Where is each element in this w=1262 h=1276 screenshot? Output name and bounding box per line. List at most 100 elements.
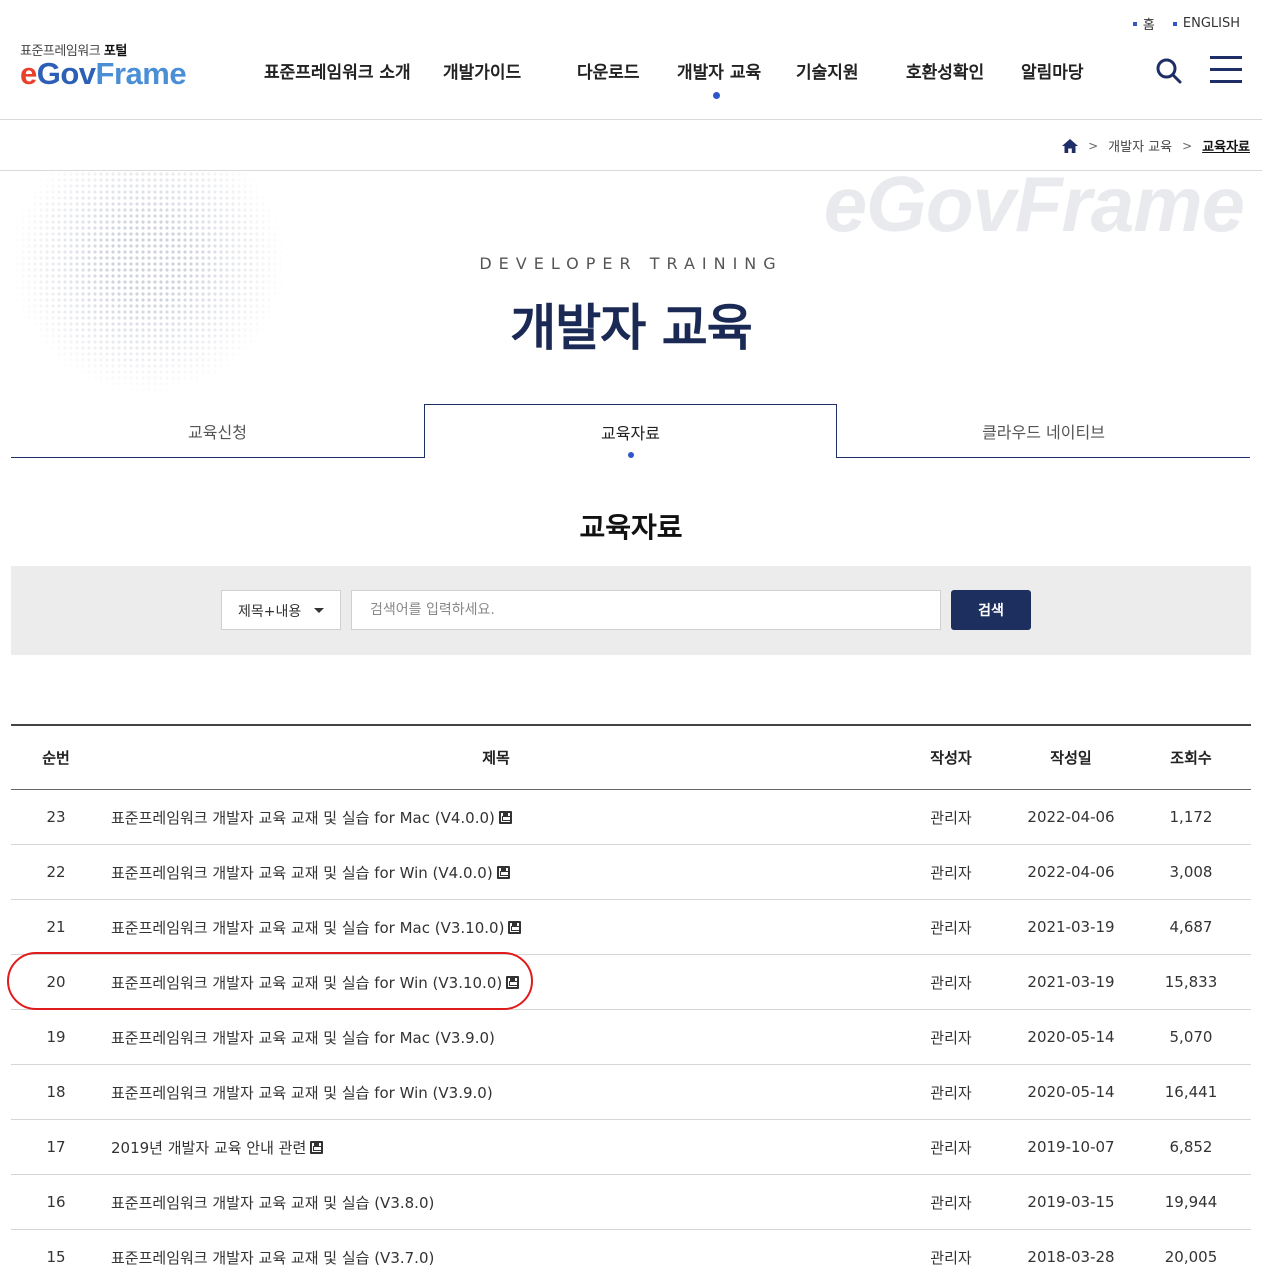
breadcrumb-item-dev-training[interactable]: 개발자 교육	[1108, 136, 1172, 155]
english-link-label: ENGLISH	[1182, 16, 1240, 31]
site-logo[interactable]: 표준프레임워크 포털 eGovFrame	[20, 40, 187, 91]
row-title-link-text[interactable]: 표준프레임워크 개발자 교육 교재 및 실습 for Mac (V3.10.0)	[111, 917, 504, 938]
search-field-select[interactable]: 제목+내용	[221, 590, 341, 630]
row-number-text: 23	[46, 808, 66, 826]
row-title-link-text[interactable]: 표준프레임워크 개발자 교육 교재 및 실습 for Mac (V3.9.0)	[111, 1027, 495, 1048]
row-author-text: 관리자	[930, 918, 972, 937]
row-title-link[interactable]: 표준프레임워크 개발자 교육 교재 및 실습 (V3.7.0)	[111, 1230, 881, 1276]
nav-item-dev-guide[interactable]: 개발가이드	[443, 58, 521, 83]
home-icon[interactable]	[1062, 138, 1079, 153]
row-views: 19,944	[1131, 1175, 1251, 1229]
table-row[interactable]: 22 표준프레임워크 개발자 교육 교재 및 실습 for Win (V4.0.0…	[11, 845, 1251, 900]
tab-label: 클라우드 네이티브	[982, 423, 1105, 442]
table-row[interactable]: 15 표준프레임워크 개발자 교육 교재 및 실습 (V3.7.0) 관리자 2018…	[11, 1230, 1251, 1276]
search-submit-button[interactable]: 검색	[951, 590, 1031, 630]
row-number-text: 20	[46, 973, 66, 991]
chevron-right-icon: >	[1182, 138, 1193, 153]
nav-item-notice[interactable]: 알림마당	[1021, 58, 1084, 83]
tab-training-apply[interactable]: 교육신청	[11, 404, 424, 458]
row-title-link-text[interactable]: 표준프레임워크 개발자 교육 교재 및 실습 for Mac (V4.0.0)	[111, 807, 495, 828]
row-author-text: 관리자	[930, 808, 972, 827]
row-number: 23	[11, 790, 101, 844]
row-number: 19	[11, 1010, 101, 1064]
logo-gov: Gov	[36, 56, 96, 91]
breadcrumb-item-current[interactable]: 교육자료	[1202, 136, 1250, 155]
row-title-link[interactable]: 표준프레임워크 개발자 교육 교재 및 실습 for Mac (V3.10.0)	[111, 900, 881, 954]
row-date-text: 2020-05-14	[1027, 1083, 1115, 1101]
row-author: 관리자	[891, 790, 1011, 844]
row-number-text: 21	[46, 918, 66, 936]
table-row[interactable]: 17 2019년 개발자 교육 안내 관련 관리자 2019-10-07 6,852	[11, 1120, 1251, 1175]
home-link-label: 홈	[1142, 18, 1155, 33]
table-body: 23 표준프레임워크 개발자 교육 교재 및 실습 for Mac (V4.0.0…	[11, 790, 1251, 1276]
hamburger-line	[1210, 80, 1242, 83]
row-views-text: 5,070	[1169, 1028, 1213, 1046]
home-link[interactable]: 홈	[1132, 14, 1155, 33]
row-title-link[interactable]: 2019년 개발자 교육 안내 관련	[111, 1120, 881, 1174]
row-author-text: 관리자	[930, 973, 972, 992]
tab-training-materials[interactable]: 교육자료	[424, 404, 837, 458]
watermark-text: eGovFrame	[823, 171, 1245, 248]
row-date-text: 2021-03-19	[1027, 918, 1115, 936]
breadcrumb: > 개발자 교육 > 교육자료	[0, 120, 1262, 171]
row-number-text: 18	[46, 1083, 66, 1101]
row-date: 2020-05-14	[1011, 1065, 1131, 1119]
hamburger-menu-button[interactable]	[1210, 56, 1242, 84]
row-author: 관리자	[891, 1120, 1011, 1174]
logo-e: e	[20, 56, 37, 91]
row-title-link-text[interactable]: 표준프레임워크 개발자 교육 교재 및 실습 (V3.8.0)	[111, 1192, 434, 1213]
row-title-link-text[interactable]: 표준프레임워크 개발자 교육 교재 및 실습 for Win (V3.9.0)	[111, 1082, 493, 1103]
nav-item-download[interactable]: 다운로드	[577, 58, 640, 83]
hamburger-line	[1210, 68, 1242, 71]
attachment-disk-icon	[310, 1140, 324, 1154]
row-title-link[interactable]: 표준프레임워크 개발자 교육 교재 및 실습 for Mac (V4.0.0)	[111, 790, 881, 844]
row-title-link-text[interactable]: 2019년 개발자 교육 안내 관련	[111, 1137, 306, 1158]
tab-active-indicator	[627, 452, 634, 458]
row-author-text: 관리자	[930, 1028, 972, 1047]
tab-label: 교육신청	[188, 423, 247, 442]
table-row[interactable]: 16 표준프레임워크 개발자 교육 교재 및 실습 (V3.8.0) 관리자 2019…	[11, 1175, 1251, 1230]
nav-item-compat-check[interactable]: 호환성확인	[906, 58, 984, 83]
row-views-text: 4,687	[1169, 918, 1213, 936]
search-button[interactable]	[1155, 57, 1183, 85]
tab-cloud-native[interactable]: 클라우드 네이티브	[837, 404, 1250, 458]
search-input[interactable]	[351, 590, 941, 630]
row-title-link[interactable]: 표준프레임워크 개발자 교육 교재 및 실습 for Win (V3.9.0)	[111, 1065, 881, 1119]
nav-item-tech-support[interactable]: 기술지원	[796, 58, 859, 83]
row-title-link[interactable]: 표준프레임워크 개발자 교육 교재 및 실습 (V3.8.0)	[111, 1175, 881, 1229]
row-title-link-text[interactable]: 표준프레임워크 개발자 교육 교재 및 실습 (V3.7.0)	[111, 1247, 434, 1268]
table-row[interactable]: 23 표준프레임워크 개발자 교육 교재 및 실습 for Mac (V4.0.0…	[11, 790, 1251, 845]
row-title-link[interactable]: 표준프레임워크 개발자 교육 교재 및 실습 for Win (V3.10.0)	[111, 955, 881, 1009]
row-views: 15,833	[1131, 955, 1251, 1009]
row-number-text: 22	[46, 863, 66, 881]
row-date: 2021-03-19	[1011, 900, 1131, 954]
row-title-link[interactable]: 표준프레임워크 개발자 교육 교재 및 실습 for Mac (V3.9.0)	[111, 1010, 881, 1064]
sub-tabs: 교육신청 교육자료 클라우드 네이티브	[11, 404, 1250, 458]
table-row[interactable]: 18 표준프레임워크 개발자 교육 교재 및 실습 for Win (V3.9.0…	[11, 1065, 1251, 1120]
nav-item-dev-training[interactable]: 개발자 교육	[677, 58, 761, 83]
row-author: 관리자	[891, 1230, 1011, 1276]
row-author: 관리자	[891, 1175, 1011, 1229]
row-views-text: 6,852	[1169, 1138, 1213, 1156]
row-date-text: 2022-04-06	[1027, 808, 1115, 826]
table-row[interactable]: 21 표준프레임워크 개발자 교육 교재 및 실습 for Mac (V3.10.…	[11, 900, 1251, 955]
row-author: 관리자	[891, 1010, 1011, 1064]
search-panel: 제목+내용 검색	[11, 566, 1251, 655]
row-views: 4,687	[1131, 900, 1251, 954]
row-date: 2019-10-07	[1011, 1120, 1131, 1174]
header-author: 작성자	[930, 749, 972, 767]
table-row[interactable]: 19 표준프레임워크 개발자 교육 교재 및 실습 for Mac (V3.9.0…	[11, 1010, 1251, 1065]
row-number: 15	[11, 1230, 101, 1276]
row-title-link-text[interactable]: 표준프레임워크 개발자 교육 교재 및 실습 for Win (V3.10.0)	[111, 972, 502, 993]
row-title-link-text[interactable]: 표준프레임워크 개발자 교육 교재 및 실습 for Win (V4.0.0)	[111, 862, 493, 883]
table-row[interactable]: 20 표준프레임워크 개발자 교육 교재 및 실습 for Win (V3.10.…	[11, 955, 1251, 1010]
nav-item-intro[interactable]: 표준프레임워크 소개	[264, 58, 411, 83]
row-views-text: 1,172	[1169, 808, 1213, 826]
row-views: 1,172	[1131, 790, 1251, 844]
section-title: 교육자료	[579, 511, 683, 544]
english-link[interactable]: ENGLISH	[1172, 14, 1240, 33]
row-title-link[interactable]: 표준프레임워크 개발자 교육 교재 및 실습 for Win (V4.0.0)	[111, 845, 881, 899]
utility-links: 홈 ENGLISH	[1132, 14, 1240, 33]
row-author: 관리자	[891, 955, 1011, 1009]
halftone-decoration	[8, 171, 288, 396]
